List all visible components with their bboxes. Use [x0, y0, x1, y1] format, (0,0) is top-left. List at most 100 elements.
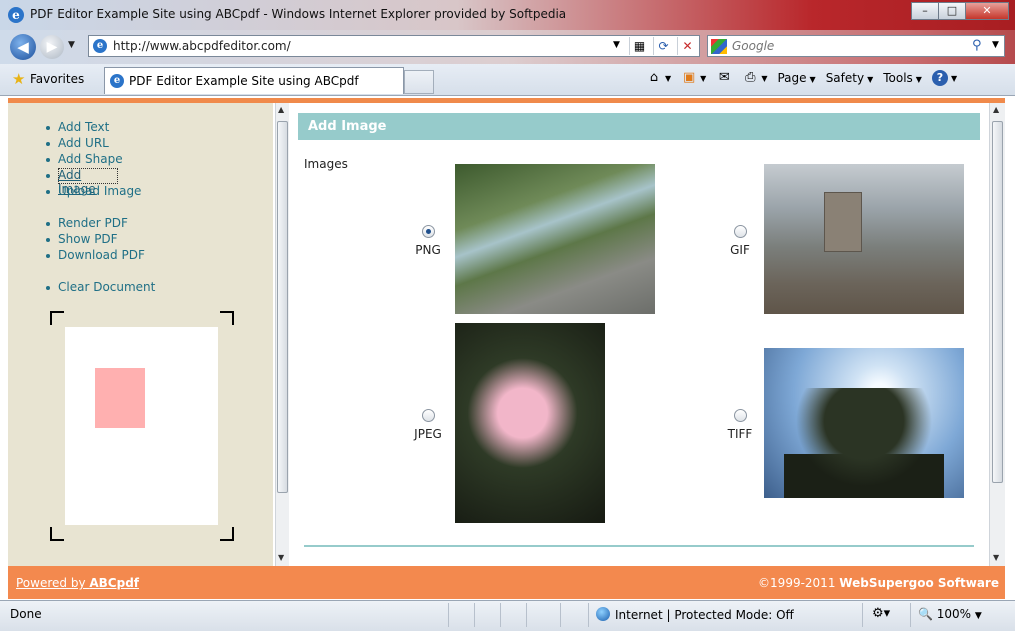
home-button[interactable]: ⌂ ▼ [646, 70, 671, 86]
page-menu[interactable]: Page ▼ [777, 71, 815, 85]
search-input[interactable] [732, 38, 962, 54]
image-gif [764, 164, 964, 314]
forward-button[interactable]: ▶ [40, 35, 64, 59]
sidebar-scroll-thumb[interactable] [277, 121, 288, 493]
tools-menu[interactable]: Tools ▼ [883, 71, 922, 85]
tab-current[interactable]: e PDF Editor Example Site using ABCpdf [104, 67, 404, 94]
printer-icon: ⎙ [745, 70, 756, 85]
crop-mark-bottom-left [50, 527, 64, 541]
page-footer: Powered by ABCpdf ©1999-2011 WebSupergoo… [8, 566, 1005, 599]
tab-ie-icon: e [110, 74, 124, 88]
page-icon: e [93, 39, 107, 53]
address-row: ◀ ▶ ▼ e http://www.abcpdfeditor.com/ ▼ ▦… [0, 30, 1015, 64]
label-png: PNG [415, 243, 441, 257]
images-label: Images [304, 157, 348, 171]
maximize-button[interactable]: □ [938, 2, 966, 20]
refresh-icon[interactable]: ⟳ [653, 37, 673, 55]
main-content: Add Image Images PNG GIF JPEG TIFF [289, 103, 989, 566]
sidebar-item-add-url[interactable]: Add URL [45, 136, 141, 152]
help-icon: ? [931, 70, 948, 86]
favorites-bar: ★ Favorites e PDF Editor Example Site us… [0, 64, 1015, 96]
tree-shape [784, 388, 944, 498]
protected-mode-icon[interactable]: ⚙▾ [872, 606, 890, 621]
url-text[interactable]: http://www.abcpdfeditor.com/ [113, 39, 291, 53]
title-bar: e PDF Editor Example Site using ABCpdf -… [0, 0, 1015, 30]
help-menu[interactable]: ? ▼ [931, 70, 957, 86]
safety-menu[interactable]: Safety ▼ [826, 71, 874, 85]
copyright: ©1999-2011 WebSupergoo Software [758, 576, 999, 590]
zoom-level[interactable]: 🔍 100% ▼ [918, 607, 982, 621]
powered-by-link[interactable]: Powered by ABCpdf [16, 576, 139, 590]
tab-title: PDF Editor Example Site using ABCpdf [129, 74, 359, 88]
radio-png[interactable] [421, 225, 435, 238]
star-icon: ★ [12, 70, 26, 88]
sidebar: Add Text Add URL Add Shape Add Image Upl… [8, 103, 273, 566]
stop-icon[interactable]: ✕ [677, 37, 697, 55]
command-bar: ⌂ ▼ ▣ ▼ ✉ ⎙ ▼ Page ▼ Safety ▼ Tools ▼ ? ▼ [646, 70, 967, 86]
sidebar-group-pdf: Render PDF Show PDF Download PDF [46, 216, 145, 264]
mail-icon: ✉ [718, 70, 730, 85]
address-bar[interactable]: e http://www.abcpdfeditor.com/ ▼ ▦ ⟳ ✕ [88, 35, 700, 57]
print-button[interactable]: ⎙ ▼ [742, 70, 767, 86]
radio-gif[interactable] [733, 225, 747, 238]
section-title: Add Image [298, 113, 980, 140]
favorites-label: Favorites [30, 72, 85, 86]
image-tiff [764, 348, 964, 498]
minimize-button[interactable]: – [911, 2, 939, 20]
sidebar-item-upload-image[interactable]: Upload Image [45, 184, 141, 200]
security-zone[interactable]: Internet | Protected Mode: Off [596, 607, 794, 622]
search-options-dropdown[interactable]: ▼ [992, 40, 999, 50]
section-divider [304, 545, 974, 547]
crop-mark-top-left [50, 311, 64, 325]
home-icon: ⌂ [649, 70, 659, 85]
compatibility-view-icon[interactable]: ▦ [629, 37, 649, 55]
option-gif[interactable]: GIF [720, 225, 760, 257]
sidebar-group-edit: Add Text Add URL Add Shape Add Image Upl… [45, 120, 141, 200]
window-title: PDF Editor Example Site using ABCpdf - W… [30, 7, 567, 21]
page-scroll-thumb[interactable] [992, 121, 1003, 483]
close-button[interactable]: ✕ [965, 2, 1009, 20]
sidebar-item-add-shape[interactable]: Add Shape [45, 152, 141, 168]
address-dropdown-icon[interactable]: ▼ [613, 40, 620, 50]
search-icon[interactable]: ⚲ [972, 38, 982, 53]
option-jpeg[interactable]: JPEG [408, 409, 448, 441]
option-png[interactable]: PNG [408, 225, 448, 257]
watchtower-shape [824, 192, 862, 252]
sidebar-item-show-pdf[interactable]: Show PDF [46, 232, 145, 248]
sidebar-item-clear-document[interactable]: Clear Document [45, 280, 155, 296]
search-box: ⚲ ▼ [707, 35, 1005, 57]
label-jpeg: JPEG [414, 427, 442, 441]
page-scroll-up-icon[interactable]: ▲ [993, 105, 999, 114]
radio-tiff[interactable] [733, 409, 747, 422]
page-scroll-down-icon[interactable]: ▼ [993, 553, 999, 562]
sidebar-item-download-pdf[interactable]: Download PDF [46, 248, 145, 264]
favorites-button[interactable]: ★ Favorites [8, 68, 98, 90]
window-controls: – □ ✕ [911, 2, 1009, 20]
label-gif: GIF [730, 243, 750, 257]
rss-icon: ▣ [683, 70, 696, 85]
globe-icon [596, 607, 610, 621]
status-bar: Done Internet | Protected Mode: Off ⚙▾ 🔍… [0, 600, 1015, 631]
google-search-icon [711, 39, 727, 54]
zoom-icon: 🔍 [918, 607, 933, 621]
new-tab-button[interactable] [404, 70, 434, 94]
feeds-button[interactable]: ▣ ▼ [681, 70, 706, 86]
option-tiff[interactable]: TIFF [720, 409, 760, 441]
sidebar-item-add-text[interactable]: Add Text [45, 120, 141, 136]
status-text: Done [10, 607, 42, 621]
mail-button[interactable]: ✉ [716, 70, 732, 86]
sidebar-item-render-pdf[interactable]: Render PDF [46, 216, 145, 232]
scroll-down-icon[interactable]: ▼ [278, 553, 284, 562]
back-button[interactable]: ◀ [10, 34, 36, 60]
ie-logo-icon: e [8, 7, 24, 23]
sidebar-item-add-image[interactable]: Add Image [46, 168, 118, 196]
page-scrollbar[interactable]: ▲ ▼ [989, 103, 1005, 566]
preview-shape[interactable] [95, 368, 145, 428]
recent-pages-dropdown[interactable]: ▼ [68, 40, 75, 50]
sidebar-scrollbar[interactable]: ▲ ▼ [275, 103, 289, 566]
label-tiff: TIFF [727, 427, 753, 441]
pdf-preview[interactable] [65, 327, 218, 525]
scroll-up-icon[interactable]: ▲ [278, 105, 284, 114]
radio-jpeg[interactable] [421, 409, 435, 422]
crop-mark-top-right [220, 311, 234, 325]
